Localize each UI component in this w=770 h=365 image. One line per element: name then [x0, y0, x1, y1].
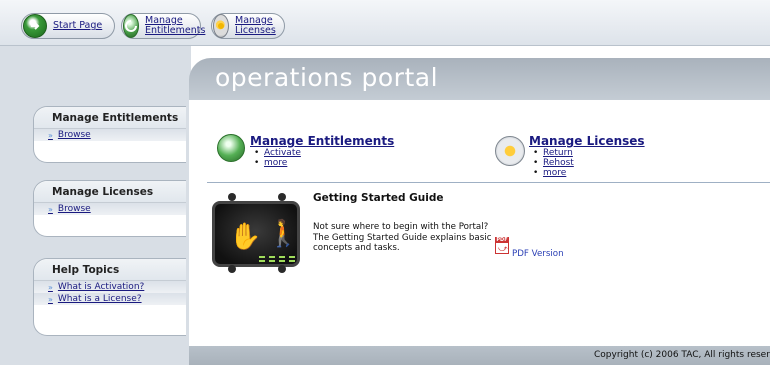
crosswalk-signal-icon: ✋ 🚶: [210, 193, 304, 273]
manage-entitlements-nav-label: Manage Entitlements: [145, 16, 215, 36]
entitlements-icon: [123, 14, 139, 38]
pdf-icon[interactable]: PDF ⤻: [495, 237, 509, 254]
getting-started-description: Not sure where to begin with the Portal?…: [313, 222, 495, 254]
manage-licenses-nav-button[interactable]: Manage Licenses: [211, 13, 285, 39]
licenses-action-list: Return Rehost more: [529, 148, 574, 178]
guide-desc-line1: Not sure where to begin with the Portal?: [313, 222, 489, 232]
signal-knob: [278, 193, 286, 201]
chevron-right-icon: »: [48, 294, 53, 304]
licenses-more-link[interactable]: more: [543, 168, 566, 178]
list-item[interactable]: Rehost: [529, 158, 574, 168]
sidebar-link-label: What is a License?: [57, 294, 142, 304]
chevron-right-icon: »: [48, 204, 53, 214]
manage-entitlements-nav-label-line2: Entitlements: [145, 25, 206, 36]
pdf-badge: PDF: [495, 237, 509, 243]
list-item[interactable]: more: [250, 158, 301, 168]
sidebar-panel-manage-licenses: Manage Licenses » Browse: [33, 180, 186, 237]
section-divider: [207, 182, 770, 183]
list-item[interactable]: more: [529, 168, 574, 178]
sidebar-panel-title: Manage Entitlements: [34, 107, 186, 129]
guide-desc-line2: The Getting Started Guide explains basic: [313, 232, 492, 243]
chevron-right-icon: »: [48, 130, 53, 140]
sidebar-link-label: Browse: [57, 204, 91, 214]
start-page-nav-label: Start Page: [53, 20, 103, 31]
entitlements-more-link[interactable]: more: [264, 158, 287, 168]
sidebar-panel-title: Manage Licenses: [34, 181, 186, 203]
page-title: operations portal: [215, 63, 439, 92]
rehost-link[interactable]: Rehost: [543, 158, 574, 168]
manage-licenses-nav-label-line2: Licenses: [235, 25, 276, 36]
entitlements-icon[interactable]: [217, 134, 245, 162]
manage-licenses-link[interactable]: Manage Licenses: [529, 134, 645, 148]
manage-licenses-nav-label: Manage Licenses: [235, 16, 286, 36]
crosswalk-lines: [259, 256, 295, 262]
list-item[interactable]: Return: [529, 148, 574, 158]
start-page-nav-button[interactable]: Start Page: [21, 13, 115, 39]
entitlements-action-list: Activate more: [250, 148, 301, 168]
manage-entitlements-link[interactable]: Manage Entitlements: [250, 134, 394, 148]
sidebar-link-what-is-a-license[interactable]: » What is a License?: [34, 293, 186, 305]
signal-knob: [278, 265, 286, 273]
licenses-icon: [213, 14, 229, 38]
activate-link[interactable]: Activate: [264, 148, 301, 158]
top-navigation-bar: Start Page Manage Entitlements Manage Li…: [0, 0, 770, 46]
sidebar-link-browse-licenses[interactable]: » Browse: [34, 203, 186, 215]
licenses-icon[interactable]: [495, 136, 525, 166]
pdf-version-link[interactable]: PDF Version: [512, 249, 564, 259]
sidebar-panel-manage-entitlements: Manage Entitlements » Browse: [33, 106, 186, 163]
sidebar-link-browse-entitlements[interactable]: » Browse: [34, 129, 186, 141]
signal-housing: ✋ 🚶: [212, 201, 300, 267]
portal-page: Start Page Manage Entitlements Manage Li…: [0, 0, 770, 365]
return-link[interactable]: Return: [543, 148, 573, 158]
copyright-text: Copyright (c) 2006 TAC, All rights reser…: [594, 350, 770, 360]
getting-started-title: Getting Started Guide: [313, 192, 444, 204]
chevron-right-icon: »: [48, 282, 53, 292]
footer-bar: Copyright (c) 2006 TAC, All rights reser…: [189, 346, 770, 365]
sidebar-link-label: What is Activation?: [57, 282, 145, 292]
pdf-swirl-mark: ⤻: [498, 244, 508, 254]
manage-entitlements-nav-button[interactable]: Manage Entitlements: [121, 13, 205, 39]
signal-knob: [228, 265, 236, 273]
guide-desc-line3: concepts and tasks.: [313, 243, 400, 253]
signal-knob: [228, 193, 236, 201]
list-item[interactable]: Activate: [250, 148, 301, 158]
walking-person-icon: 🚶: [267, 219, 300, 249]
start-arrow-icon: [23, 14, 47, 38]
sidebar-panel-title: Help Topics: [34, 259, 186, 281]
sidebar-panel-help-topics: Help Topics » What is Activation? » What…: [33, 258, 186, 336]
sidebar-link-what-is-activation[interactable]: » What is Activation?: [34, 281, 186, 293]
sidebar-link-label: Browse: [57, 130, 91, 140]
stop-hand-icon: ✋: [229, 222, 262, 252]
portal-header: operations portal: [189, 58, 770, 100]
